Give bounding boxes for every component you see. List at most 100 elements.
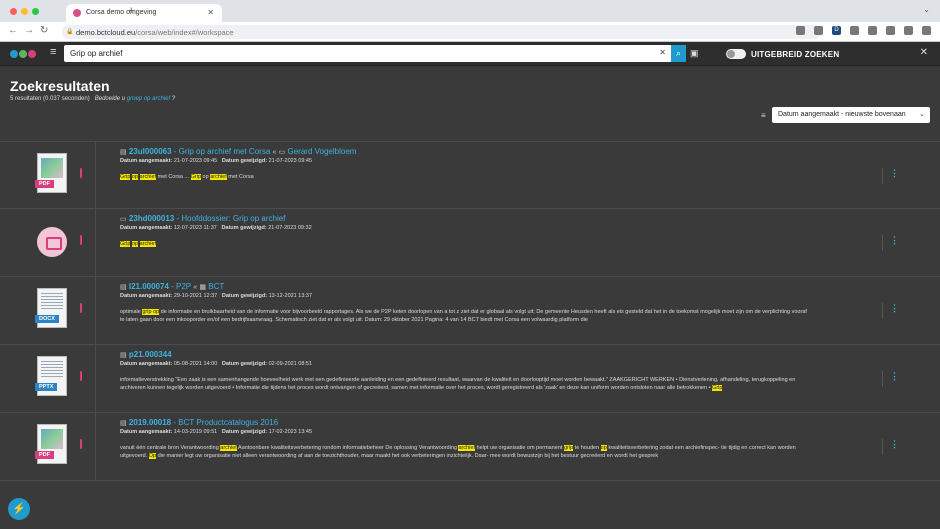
tab-strip: Corsa demo omgeving ✕ + ⌄ xyxy=(0,0,940,22)
snippet-text: optimale xyxy=(120,309,143,315)
file-type-badge: DOCX xyxy=(35,315,59,323)
result-content: ▤ 2019.00018 - BCT Productcatalogus 2016… xyxy=(120,418,810,460)
result-title-text[interactable]: P2P xyxy=(176,282,191,291)
highlight: archief xyxy=(458,445,475,451)
tab-list-chevron-icon[interactable]: ⌄ xyxy=(923,5,930,14)
search-input[interactable]: Grip op archief ✕ xyxy=(64,45,672,62)
folder-icon[interactable] xyxy=(37,227,67,257)
back-icon[interactable]: ← xyxy=(8,25,18,36)
sort-select[interactable]: Datum aangemaakt - nieuwste bovenaan ⌄ xyxy=(772,107,930,123)
suggestion-link[interactable]: groep op archief xyxy=(127,96,170,102)
corsa-logo xyxy=(10,50,36,58)
forward-icon[interactable]: → xyxy=(24,25,34,36)
divider xyxy=(882,303,883,319)
created-date: 29-10-2021 12:37 xyxy=(173,293,218,299)
extension-icon[interactable] xyxy=(850,26,859,35)
modified-label: Datum gewijzigd: xyxy=(221,225,267,231)
more-options-icon[interactable]: ⋮ xyxy=(890,235,899,246)
search-value: Grip op archief xyxy=(70,49,123,58)
highlight: archief xyxy=(220,445,237,451)
clear-search-icon[interactable]: ✕ xyxy=(659,48,666,57)
minimize-window-button[interactable] xyxy=(21,8,28,15)
result-id[interactable]: p21.000344 xyxy=(129,350,172,359)
result-id[interactable]: 23hd000013 xyxy=(129,214,174,223)
result-row[interactable]: ▭ 23hd000013 - Hoofddossier: Grip op arc… xyxy=(0,209,940,277)
linked-entity[interactable]: Gerard Vogelbloem xyxy=(288,147,357,156)
divider xyxy=(882,235,883,251)
close-search-icon[interactable]: ✕ xyxy=(920,47,928,58)
highlight: Grip xyxy=(712,385,723,391)
linked-entity[interactable]: BCT xyxy=(208,282,224,291)
advanced-search-toggle[interactable] xyxy=(726,49,746,59)
url-domain: demo.bctcloud.eu xyxy=(76,28,136,37)
result-row[interactable]: DOCX ▤ l21.000074 - P2P « ▦ BCT Datum aa… xyxy=(0,277,940,345)
document-thumbnail[interactable]: PDF xyxy=(35,153,67,193)
modified-label: Datum gewijzigd: xyxy=(221,361,268,367)
result-id[interactable]: 2019.00018 xyxy=(129,418,171,427)
document-thumbnail[interactable]: DOCX xyxy=(35,288,67,328)
result-title[interactable]: ▭ 23hd000013 - Hoofddossier: Grip op arc… xyxy=(120,214,810,223)
result-title[interactable]: ▤ p21.000344 xyxy=(120,350,810,359)
search-button[interactable]: ⌕ xyxy=(671,45,686,62)
more-options-icon[interactable]: ⋮ xyxy=(890,168,899,179)
document-thumbnail[interactable]: PPTX xyxy=(35,356,67,396)
contact-card-icon: ▭ xyxy=(278,149,286,156)
result-id[interactable]: l21.000074 xyxy=(129,282,169,291)
reload-icon[interactable]: ↻ xyxy=(40,25,48,36)
extension-d-icon[interactable]: D xyxy=(832,26,841,35)
created-label: Datum aangemaakt: xyxy=(120,293,173,299)
calendar-icon[interactable]: ▣ xyxy=(690,48,699,59)
result-content: ▤ l21.000074 - P2P « ▦ BCT Datum aangema… xyxy=(120,282,810,324)
created-label: Datum aangemaakt: xyxy=(120,158,173,164)
result-title-text[interactable]: BCT Productcatalogus 2016 xyxy=(178,418,278,427)
result-dates: Datum aangemaakt: 14-03-2019 09:51 Datum… xyxy=(120,429,810,435)
result-title[interactable]: ▤ 23ul000063 - Grip op archief met Corsa… xyxy=(120,147,810,156)
url-field[interactable]: 🔒 demo.bctcloud.eu/corsa/web/index#/work… xyxy=(62,25,822,39)
browser-tab[interactable]: Corsa demo omgeving ✕ xyxy=(66,4,222,22)
result-snippet: optimale grip op de informatie en bruikb… xyxy=(120,308,810,324)
modified-label: Datum gewijzigd: xyxy=(221,429,268,435)
new-tab-icon[interactable]: + xyxy=(128,5,134,17)
sidebar-icon[interactable] xyxy=(922,26,931,35)
result-meta: 5 resultaten (0.037 seconden) Bedoelde u… xyxy=(10,96,175,102)
result-row[interactable]: PDF ▤ 23ul000063 - Grip op archief met C… xyxy=(0,141,940,210)
divider xyxy=(882,168,883,184)
quick-action-button[interactable]: ⚡ xyxy=(8,498,30,520)
document-icon: ▤ xyxy=(120,352,127,359)
more-options-icon[interactable]: ⋮ xyxy=(890,371,899,382)
created-label: Datum aangemaakt: xyxy=(120,225,173,231)
result-row[interactable]: PPTX ▤ p21.000344 Datum aangemaakt: 05-0… xyxy=(0,345,940,413)
result-id[interactable]: 23ul000063 xyxy=(129,147,172,156)
snippet-text: vanuit één centrale bron Verantwoording xyxy=(120,445,221,451)
result-title-text[interactable]: Grip op archief met Corsa xyxy=(179,147,271,156)
result-title[interactable]: ▤ 2019.00018 - BCT Productcatalogus 2016 xyxy=(120,418,810,427)
extension-icon[interactable] xyxy=(868,26,877,35)
close-tab-icon[interactable]: ✕ xyxy=(207,8,214,17)
result-title-text[interactable]: Hoofddossier: Grip op archief xyxy=(181,214,285,223)
puzzle-icon[interactable] xyxy=(904,26,913,35)
extension-icon[interactable] xyxy=(886,26,895,35)
document-thumbnail[interactable]: PDF xyxy=(35,424,67,464)
bookmark-star-icon[interactable] xyxy=(814,26,823,35)
pink-marker xyxy=(80,235,82,245)
hamburger-menu-icon[interactable]: ≡ xyxy=(50,46,56,58)
advanced-search-label: UITGEBREID ZOEKEN xyxy=(751,50,840,59)
share-icon[interactable] xyxy=(796,26,805,35)
created-date: 05-08-2021 14:00 xyxy=(173,361,218,367)
page-title: Zoekresultaten xyxy=(10,78,110,94)
result-row[interactable]: PDF ▤ 2019.00018 - BCT Productcatalogus … xyxy=(0,413,940,481)
result-thumb-col: PDF xyxy=(0,413,96,481)
modified-label: Datum gewijzigd: xyxy=(221,293,268,299)
result-snippet: vanuit één centrale bron Verantwoording … xyxy=(120,444,810,460)
result-title[interactable]: ▤ l21.000074 - P2P « ▦ BCT xyxy=(120,282,810,291)
more-options-icon[interactable]: ⋮ xyxy=(890,303,899,314)
created-date: 21-07-2023 09:45 xyxy=(173,158,218,164)
result-dates: Datum aangemaakt: 29-10-2021 12:37 Datum… xyxy=(120,293,810,299)
result-thumb-col: DOCX xyxy=(0,277,96,345)
document-icon: ▤ xyxy=(120,149,127,156)
close-window-button[interactable] xyxy=(10,8,17,15)
more-options-icon[interactable]: ⋮ xyxy=(890,439,899,450)
result-snippet: Grip op archief met Corsa ... Grip op ar… xyxy=(120,173,810,181)
result-dates: Datum aangemaakt: 21-07-2023 09:45 Datum… xyxy=(120,158,810,164)
maximize-window-button[interactable] xyxy=(32,8,39,15)
